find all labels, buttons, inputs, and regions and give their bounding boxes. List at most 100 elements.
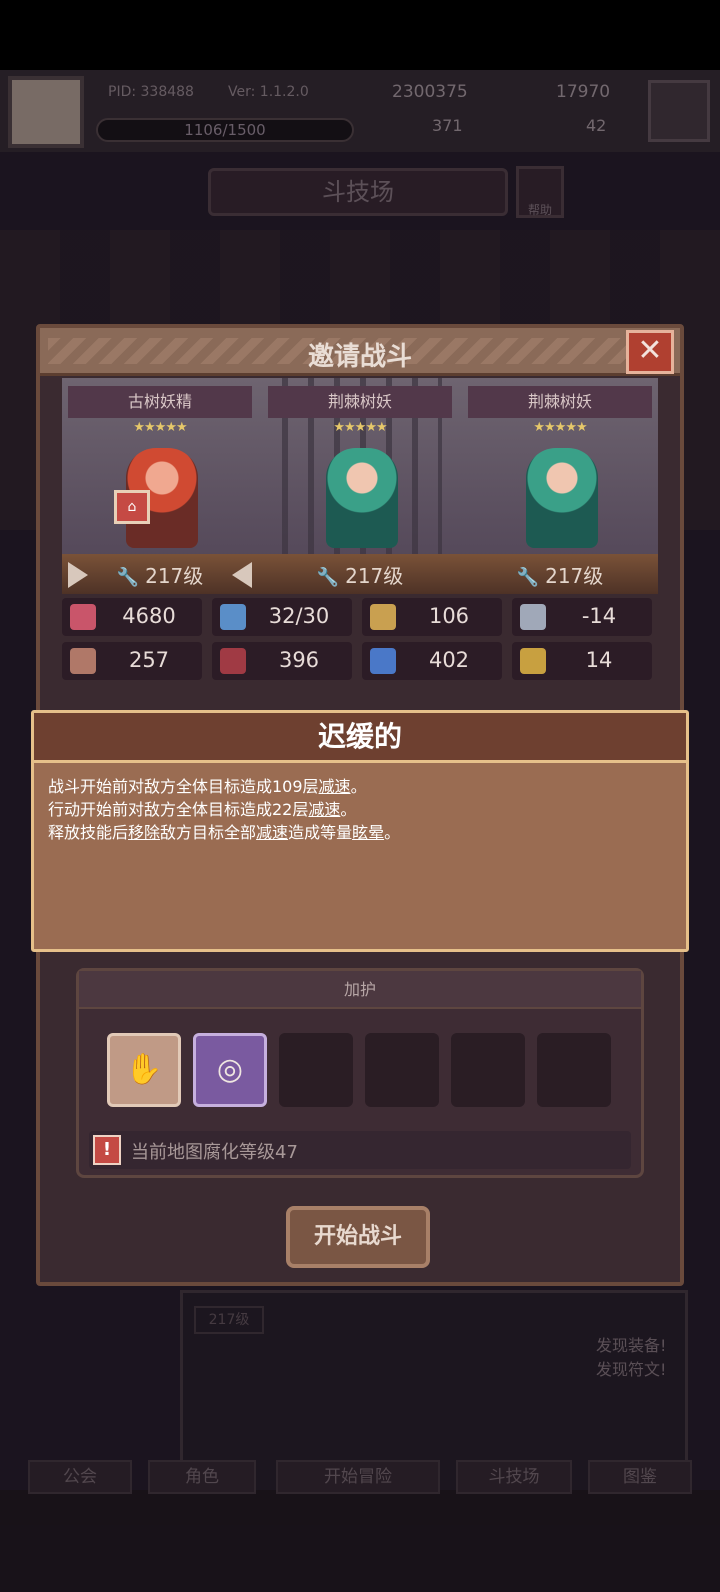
found-rune-text: 发现符文!	[596, 1360, 667, 1379]
stat-magic: 396	[212, 642, 352, 680]
stat-value: -14	[581, 604, 617, 628]
text-segment: 。	[350, 777, 367, 796]
text-segment: 释放技能后	[48, 823, 129, 842]
trait-tooltip: 迟缓的 战斗开始前对敌方全体目标造成109层减速。 行动开始前对敌方全体目标造成…	[31, 710, 689, 952]
tooltip-line-1: 战斗开始前对敌方全体目标造成109层减速。	[48, 775, 676, 798]
nav-character[interactable]: 角色	[148, 1460, 256, 1494]
xp-text: 1106/1500	[184, 121, 266, 139]
blessing-panel: 加护 ✋ ◎ ! 当前地图腐化等级47	[76, 968, 644, 1178]
dialog-header: 邀请战斗	[40, 328, 680, 376]
help-button[interactable]: 帮助	[516, 166, 564, 218]
nav-adventure[interactable]: 开始冒险	[276, 1460, 440, 1494]
boot-icon	[370, 648, 396, 674]
team-level: 217级	[194, 1306, 264, 1334]
shard-count: 371	[432, 116, 463, 135]
keyword-slow[interactable]: 减速	[319, 777, 351, 796]
coin-count: 2300375	[392, 82, 468, 102]
nav-guild[interactable]: 公会	[28, 1460, 132, 1494]
hero-name: 荆棘树妖	[268, 386, 452, 418]
settings-gear-icon[interactable]	[648, 80, 710, 142]
hero-level-2: 🔧 217级	[262, 560, 458, 589]
hero-level-text: 217级	[545, 564, 604, 588]
stat-value: 257	[128, 648, 170, 672]
book-icon	[220, 648, 246, 674]
tooltip-body: 战斗开始前对敌方全体目标造成109层减速。 行动开始前对敌方全体目标造成22层减…	[48, 775, 676, 844]
text-segment: 。	[340, 800, 357, 819]
stat-value: 106	[428, 604, 470, 628]
gem-count: 17970	[556, 82, 611, 102]
blessing-slot-empty[interactable]	[451, 1033, 525, 1107]
text-segment: 。	[384, 823, 401, 842]
stat-attack: 257	[62, 642, 202, 680]
keyword-remove[interactable]: 移除	[128, 823, 160, 842]
text-segment: 战斗开始前对敌方全体目标造成109层	[48, 777, 319, 796]
player-avatar[interactable]	[8, 76, 84, 148]
hero-level-text: 217级	[345, 564, 404, 588]
blessing-header: 加护	[79, 971, 641, 1009]
corruption-prefix: 当前地图	[131, 1142, 203, 1163]
nav-codex[interactable]: 图鉴	[588, 1460, 692, 1494]
hero-slot-3[interactable]: 荆棘树妖 ★★★★★	[462, 378, 658, 556]
shield-icon	[370, 604, 396, 630]
close-button[interactable]: ✕	[626, 330, 674, 374]
leader-pin-icon: ⌂	[114, 490, 150, 524]
warning-icon: !	[93, 1135, 121, 1165]
blessing-slot-empty[interactable]	[537, 1033, 611, 1107]
found-gear-text: 发现装备!	[596, 1336, 667, 1355]
text-segment: 行动开始前对敌方全体目标造成22层	[48, 800, 309, 819]
stat-luck: 14	[512, 642, 652, 680]
arena-title: 斗技场	[208, 168, 508, 216]
stat-health: 4680	[62, 598, 202, 636]
hero-slot-1[interactable]: 古树妖精 ★★★★★	[62, 378, 258, 556]
keyword-slow[interactable]: 减速	[308, 800, 340, 819]
hero-level-3: 🔧 217级	[462, 560, 658, 589]
horseshoe-icon	[520, 648, 546, 674]
corruption-text: 当前地图腐化等级47	[131, 1138, 298, 1164]
bottom-nav	[0, 1490, 720, 1592]
stat-value: 402	[428, 648, 470, 672]
scroll-icon	[70, 648, 96, 674]
blessing-slot-empty[interactable]	[365, 1033, 439, 1107]
stat-value: 14	[585, 648, 613, 672]
hero-name: 荆棘树妖	[468, 386, 652, 418]
stat-armor: 106	[362, 598, 502, 636]
corruption-notice: ! 当前地图腐化等级47	[89, 1131, 631, 1169]
corruption-keyword[interactable]: 腐化	[203, 1142, 239, 1163]
wrench-icon: 🔧	[116, 567, 140, 588]
hero-stars: ★★★★★	[333, 420, 387, 435]
text-segment: 造成等量	[288, 823, 353, 842]
xp-bar: 1106/1500	[96, 118, 354, 142]
blessing-slot-shell[interactable]: ◎	[193, 1033, 267, 1107]
wing-icon	[520, 604, 546, 630]
tooltip-line-2: 行动开始前对敌方全体目标造成22层减速。	[48, 798, 676, 821]
hero-sprite	[526, 448, 598, 548]
stat-value: 32/30	[268, 604, 330, 628]
hero-lineup: 古树妖精 ★★★★★ 荆棘树妖 ★★★★★ 荆棘树妖 ★★★★★ ⌂	[62, 378, 658, 556]
hero-name: 古树妖精	[68, 386, 252, 418]
dialog-title: 邀请战斗	[307, 342, 412, 372]
start-battle-button[interactable]: 开始战斗	[286, 1206, 430, 1268]
stat-mana: 32/30	[212, 598, 352, 636]
blessing-slot-empty[interactable]	[279, 1033, 353, 1107]
wrench-icon: 🔧	[516, 567, 540, 588]
nav-arena[interactable]: 斗技场	[456, 1460, 572, 1494]
key-count: 42	[586, 116, 607, 135]
text-segment: 敌方目标全部	[160, 823, 257, 842]
heart-icon	[70, 604, 96, 630]
mana-drop-icon	[220, 604, 246, 630]
blessing-slot-claw[interactable]: ✋	[107, 1033, 181, 1107]
stat-value: 396	[278, 648, 320, 672]
hero-stars: ★★★★★	[133, 420, 187, 435]
hero-level-1: 🔧 217级	[62, 560, 258, 589]
version-label: Ver: 1.1.2.0	[228, 84, 309, 100]
keyword-stun[interactable]: 眩晕	[352, 823, 384, 842]
hero-level-text: 217级	[145, 564, 204, 588]
shell-icon: ◎	[216, 1052, 244, 1087]
wrench-icon: 🔧	[316, 567, 340, 588]
hero-slot-2[interactable]: 荆棘树妖 ★★★★★	[262, 378, 458, 556]
stat-dodge: -14	[512, 598, 652, 636]
tooltip-title: 迟缓的	[34, 713, 686, 763]
hero-stars: ★★★★★	[533, 420, 587, 435]
keyword-slow[interactable]: 减速	[256, 823, 288, 842]
stat-speed: 402	[362, 642, 502, 680]
